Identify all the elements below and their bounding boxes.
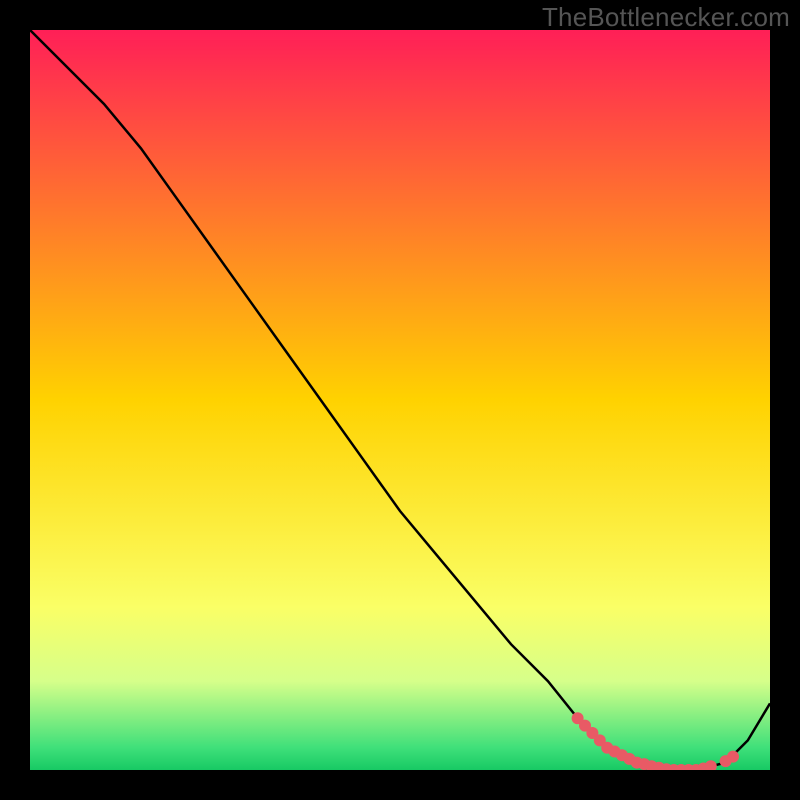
chart-plot-area	[30, 30, 770, 770]
highlight-marker	[727, 751, 739, 763]
chart-svg	[30, 30, 770, 770]
gradient-background	[30, 30, 770, 770]
watermark-text: TheBottlenecker.com	[542, 2, 790, 33]
chart-frame: TheBottlenecker.com	[0, 0, 800, 800]
